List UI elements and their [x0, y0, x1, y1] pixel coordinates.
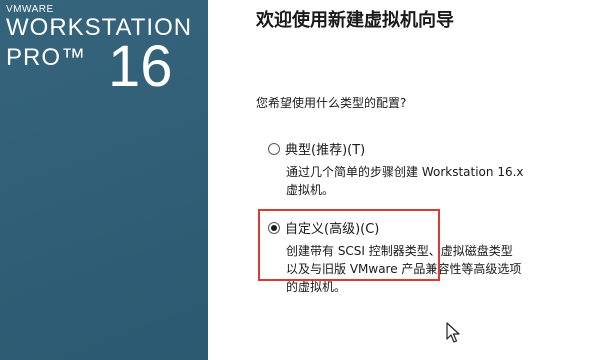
radio-row-custom[interactable]: 自定义(高级)(C) [268, 218, 588, 237]
option-custom-description: 创建带有 SCSI 控制器类型、虚拟磁盘类型 以及与旧版 VMware 产品兼容… [286, 242, 586, 296]
radio-typical[interactable] [268, 142, 280, 155]
radio-custom[interactable] [268, 221, 280, 234]
brand-panel: VMWARE WORKSTATION PRO™ 16 [0, 0, 208, 360]
option-typical-desc-line: 虚拟机。 [286, 183, 335, 197]
option-typical-desc-line: 通过几个简单的步骤创建 Workstation 16.x [286, 165, 524, 179]
wizard-content: 欢迎使用新建虚拟机向导 您希望使用什么类型的配置? 典型(推荐)(T) 通过几个… [208, 0, 600, 360]
option-custom-label[interactable]: 自定义(高级)(C) [285, 218, 379, 237]
option-custom-desc-line: 的虚拟机。 [286, 280, 347, 294]
option-custom[interactable]: 自定义(高级)(C) 创建带有 SCSI 控制器类型、虚拟磁盘类型 以及与旧版 … [268, 218, 588, 296]
radio-row-typical[interactable]: 典型(推荐)(T) [268, 139, 588, 158]
mouse-pointer-icon [446, 322, 460, 343]
option-custom-desc-line: 以及与旧版 VMware 产品兼容性等高级选项 [286, 262, 522, 276]
option-typical-label[interactable]: 典型(推荐)(T) [285, 139, 365, 158]
brand-version-number: 16 [108, 34, 173, 99]
new-vm-wizard-window: VMWARE WORKSTATION PRO™ 16 欢迎使用新建虚拟机向导 您… [0, 0, 600, 360]
option-typical[interactable]: 典型(推荐)(T) 通过几个简单的步骤创建 Workstation 16.x 虚… [268, 139, 588, 199]
wizard-title: 欢迎使用新建虚拟机向导 [256, 10, 454, 31]
configuration-question: 您希望使用什么类型的配置? [256, 96, 407, 110]
brand-product-edition: PRO™ [6, 44, 87, 71]
option-typical-description: 通过几个简单的步骤创建 Workstation 16.x 虚拟机。 [286, 163, 586, 199]
option-custom-desc-line: 创建带有 SCSI 控制器类型、虚拟磁盘类型 [286, 244, 513, 258]
